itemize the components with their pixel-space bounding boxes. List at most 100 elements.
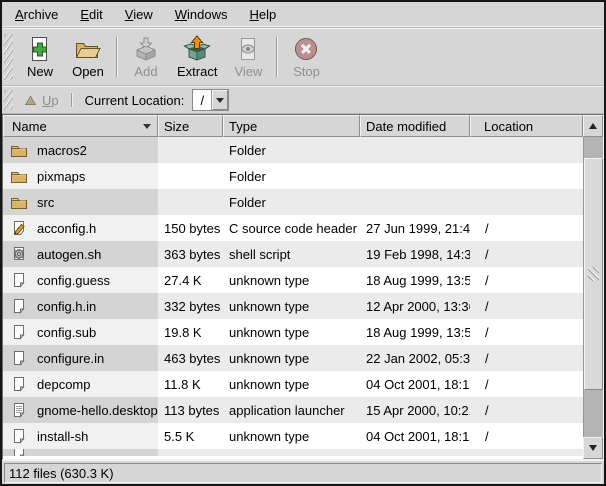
file-location: / <box>470 397 583 423</box>
column-header-row: Name Size Type Date modified Location <box>3 115 583 137</box>
add-files-icon <box>132 35 160 63</box>
launcher-doc-icon <box>10 402 28 419</box>
file-type: application launcher <box>223 397 360 423</box>
doc-icon <box>10 350 28 367</box>
column-header-name[interactable]: Name <box>3 115 158 137</box>
file-date-modified <box>360 189 470 215</box>
table-row[interactable]: src Folder <box>3 189 583 215</box>
scroll-down-button[interactable] <box>583 437 603 459</box>
file-name: config.guess <box>37 273 110 288</box>
file-size <box>158 449 223 456</box>
table-row[interactable]: install-sh 5.5 K unknown type 04 Oct 200… <box>3 423 583 449</box>
file-date-modified <box>360 449 470 456</box>
arrow-down-icon <box>589 445 597 451</box>
table-row[interactable]: depcomp 11.8 K unknown type 04 Oct 2001,… <box>3 371 583 397</box>
file-name-cell: config.h.in <box>3 293 158 319</box>
column-header-date-modified[interactable]: Date modified <box>360 115 470 137</box>
arrow-up-icon <box>589 123 597 129</box>
file-name-cell: depcomp <box>3 371 158 397</box>
menu-bar: Archive Edit View Windows Help <box>2 2 604 28</box>
file-name-cell <box>3 449 158 456</box>
file-date-modified: 19 Feb 1998, 14:31 <box>360 241 470 267</box>
location-combo[interactable]: / <box>192 89 229 111</box>
location-combo-value[interactable]: / <box>193 90 212 110</box>
toolbar-separator <box>276 37 278 77</box>
table-row-partial[interactable] <box>3 449 583 456</box>
file-name: acconfig.h <box>37 221 96 236</box>
file-location: / <box>470 319 583 345</box>
up-triangle-icon <box>24 95 37 106</box>
menu-archive[interactable]: Archive <box>4 3 69 26</box>
file-date-modified: 22 Jan 2002, 05:35 <box>360 345 470 371</box>
file-size: 19.8 K <box>158 319 223 345</box>
file-name: macros2 <box>37 143 87 158</box>
table-row[interactable]: config.guess 27.4 K unknown type 18 Aug … <box>3 267 583 293</box>
status-bar: 112 files (630.3 K) <box>2 460 604 484</box>
file-date-modified: 18 Aug 1999, 13:53 <box>360 267 470 293</box>
sort-descending-icon <box>143 124 151 129</box>
table-row[interactable]: config.sub 19.8 K unknown type 18 Aug 19… <box>3 319 583 345</box>
file-type: C source code header <box>223 215 360 241</box>
file-type: Folder <box>223 163 360 189</box>
stop-button[interactable]: Stop <box>282 32 330 83</box>
file-size: 463 bytes <box>158 345 223 371</box>
doc-icon <box>10 272 28 289</box>
file-type: Folder <box>223 189 360 215</box>
add-button-label: Add <box>134 65 157 79</box>
file-date-modified: 27 Jun 1999, 21:49 <box>360 215 470 241</box>
menu-edit[interactable]: Edit <box>69 3 113 26</box>
table-row[interactable]: configure.in 463 bytes unknown type 22 J… <box>3 345 583 371</box>
stop-button-label: Stop <box>293 65 320 79</box>
file-type: unknown type <box>223 293 360 319</box>
scroll-up-button[interactable] <box>583 115 603 137</box>
add-button[interactable]: Add <box>122 32 170 83</box>
column-header-size[interactable]: Size <box>158 115 223 137</box>
file-size <box>158 163 223 189</box>
file-location: / <box>470 371 583 397</box>
table-row[interactable]: acconfig.h 150 bytes C source code heade… <box>3 215 583 241</box>
file-size: 332 bytes <box>158 293 223 319</box>
file-name: depcomp <box>37 377 90 392</box>
current-location-label: Current Location: <box>85 93 185 108</box>
location-combo-dropdown-button[interactable] <box>212 90 228 110</box>
file-type <box>223 449 360 456</box>
menu-view[interactable]: View <box>114 3 164 26</box>
table-row[interactable]: gnome-hello.desktop 113 bytes applicatio… <box>3 397 583 423</box>
table-row[interactable]: macros2 Folder <box>3 137 583 163</box>
column-header-type[interactable]: Type <box>223 115 360 137</box>
scrollbar-thumb[interactable] <box>584 158 603 390</box>
file-location: / <box>470 267 583 293</box>
table-row[interactable]: config.h.in 332 bytes unknown type 12 Ap… <box>3 293 583 319</box>
file-name: config.h.in <box>37 299 96 314</box>
doc-icon <box>10 376 28 393</box>
menu-help[interactable]: Help <box>238 3 287 26</box>
file-name-cell: src <box>3 189 158 215</box>
location-bar-separator <box>71 93 73 107</box>
scrollbar-trough[interactable] <box>583 137 603 437</box>
open-button[interactable]: Open <box>64 32 112 83</box>
file-size: 11.8 K <box>158 371 223 397</box>
new-archive-icon <box>26 35 54 63</box>
file-size: 113 bytes <box>158 397 223 423</box>
toolbar: New Open Add Extract View Stop <box>2 28 604 86</box>
file-location: / <box>470 241 583 267</box>
extract-button[interactable]: Extract <box>170 32 224 83</box>
doc-icon <box>10 324 28 341</box>
menu-windows[interactable]: Windows <box>164 3 239 26</box>
file-rows: macros2 Folder pixmaps Folder src Folder… <box>3 137 583 459</box>
file-name-cell: configure.in <box>3 345 158 371</box>
file-name-cell: autogen.sh <box>3 241 158 267</box>
file-date-modified: 18 Aug 1999, 13:53 <box>360 319 470 345</box>
up-button[interactable]: Up <box>16 90 67 111</box>
file-list-panel: Name Size Type Date modified Location ma… <box>2 114 604 460</box>
toolbar-drag-handle[interactable] <box>4 34 13 80</box>
location-bar-drag-handle[interactable] <box>4 90 13 110</box>
table-row[interactable]: pixmaps Folder <box>3 163 583 189</box>
view-button[interactable]: View <box>224 32 272 83</box>
column-header-location[interactable]: Location <box>470 115 583 137</box>
table-row[interactable]: autogen.sh 363 bytes shell script 19 Feb… <box>3 241 583 267</box>
file-type: unknown type <box>223 345 360 371</box>
extract-icon <box>183 35 211 63</box>
file-size: 363 bytes <box>158 241 223 267</box>
new-button[interactable]: New <box>16 32 64 83</box>
